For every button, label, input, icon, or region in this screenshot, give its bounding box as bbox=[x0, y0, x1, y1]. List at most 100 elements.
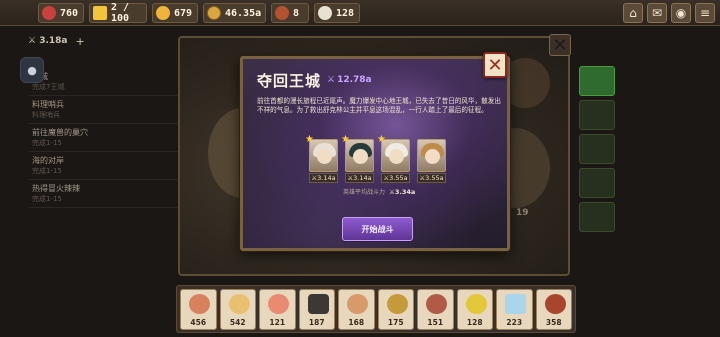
dumpling-icon bbox=[347, 294, 368, 314]
hero-card[interactable]: ⚔ 3.55a bbox=[417, 139, 446, 183]
muscle-counter[interactable]: 679 bbox=[152, 3, 198, 23]
modal-description: 前往首都的漫长旅程已近尾声。魔力爆发中心地王城，已失去了昔日的风华，散发出不祥的… bbox=[257, 97, 501, 114]
hero-power-value: 3.14a bbox=[353, 174, 372, 182]
tab-info[interactable] bbox=[579, 66, 615, 96]
quest-sub: 完成1-15 bbox=[32, 195, 62, 203]
ruby-icon bbox=[42, 6, 56, 20]
chef-counter[interactable]: 128 bbox=[314, 3, 360, 23]
hero-face bbox=[389, 149, 404, 164]
hero-lineup: ⚔ 3.14a ★ ⚔ 3.14a ★ ⚔ 3.55a ★ ⚔ 3.55a bbox=[305, 134, 446, 183]
food-slot[interactable]: 168 bbox=[338, 289, 375, 330]
quest-title: 王城 bbox=[32, 71, 178, 82]
berry-icon bbox=[426, 294, 447, 314]
muscle-icon bbox=[156, 6, 170, 20]
quest-header: ⚔ 3.18a + bbox=[28, 34, 178, 48]
sushi-icon bbox=[268, 294, 289, 314]
food-count: 456 bbox=[190, 318, 207, 327]
food-count: 128 bbox=[466, 318, 483, 327]
camera-icon: ◉ bbox=[675, 6, 687, 20]
quest-sub: 完成1-15 bbox=[32, 139, 62, 147]
food-slot[interactable]: 128 bbox=[456, 289, 493, 330]
food-slot[interactable]: 456 bbox=[180, 289, 217, 330]
meat-counter[interactable]: 8 bbox=[271, 3, 309, 23]
tab-item[interactable] bbox=[579, 168, 615, 198]
hero-power-value: 3.55a bbox=[389, 174, 408, 182]
home-button[interactable]: ⌂ bbox=[623, 3, 643, 23]
avatar[interactable]: ● bbox=[20, 57, 44, 83]
quest-item[interactable]: 海的对岸 完成1-15 bbox=[28, 152, 178, 180]
quest-title: 料理哨兵 bbox=[32, 100, 64, 109]
hero-power: ⚔ 3.14a bbox=[345, 173, 374, 183]
hero-card[interactable]: ⚔ 3.14a ★ bbox=[341, 134, 374, 183]
tab-item[interactable] bbox=[579, 134, 615, 164]
hero-power: ⚔ 3.55a bbox=[417, 173, 446, 183]
recommended-power-value: 12.78a bbox=[337, 75, 372, 85]
food-slot[interactable]: 223 bbox=[496, 289, 533, 330]
mail-button[interactable]: ✉ bbox=[647, 3, 667, 23]
food-count: 223 bbox=[506, 318, 523, 327]
map-stage-number: 19 bbox=[516, 208, 529, 218]
hero-power-value: 3.14a bbox=[317, 174, 336, 182]
hero-face bbox=[317, 149, 332, 164]
tab-item[interactable] bbox=[579, 202, 615, 232]
coin-counter[interactable]: 46.35a bbox=[203, 3, 266, 23]
quest-item[interactable]: 热得冒火辣辣 完成1-15 bbox=[28, 180, 178, 208]
hero-power-value: 3.55a bbox=[425, 174, 444, 182]
star-icon: ★ bbox=[377, 134, 386, 145]
menu-icon: ≡ bbox=[699, 6, 711, 20]
quest-sub: 料理哨兵 bbox=[32, 111, 60, 119]
ice-icon bbox=[505, 294, 526, 314]
quest-sub: 完成1-15 bbox=[32, 167, 62, 175]
food-count: 168 bbox=[348, 318, 365, 327]
food-slot[interactable]: 358 bbox=[535, 289, 572, 330]
food-slot[interactable]: 187 bbox=[298, 289, 335, 330]
map-close-button[interactable]: ✕ bbox=[549, 34, 571, 56]
robot-icon: ● bbox=[27, 63, 37, 77]
food-slot[interactable]: 151 bbox=[417, 289, 454, 330]
star-icon: ★ bbox=[305, 134, 314, 145]
camera-button[interactable]: ◉ bbox=[671, 3, 691, 23]
hero-card[interactable]: ⚔ 3.14a ★ bbox=[305, 134, 338, 183]
average-power-row: 英雄平均战斗力 ⚔3.34a bbox=[343, 187, 416, 197]
star-icon: ★ bbox=[341, 134, 350, 145]
energy-icon bbox=[93, 6, 107, 20]
average-power-value: ⚔3.34a bbox=[389, 187, 416, 196]
quest-item[interactable]: 料理哨兵 料理哨兵 bbox=[28, 96, 178, 124]
muscle-value: 679 bbox=[174, 7, 193, 19]
chef-hat-icon bbox=[318, 6, 332, 20]
food-slot[interactable]: 175 bbox=[377, 289, 414, 330]
jar-icon bbox=[307, 294, 329, 314]
modal-close-button[interactable]: ✕ bbox=[483, 52, 507, 78]
quest-item[interactable]: 前往魔兽的巢穴 完成1-15 bbox=[28, 124, 178, 152]
quest-panel: ⚔ 3.18a + 王城 完成7王城 料理哨兵 料理哨兵 前往魔兽的巢穴 完成1… bbox=[28, 34, 178, 208]
food-inventory-bar: 456 542 121 187 168 175 151 128 223 358 bbox=[176, 285, 576, 333]
meat-value: 8 bbox=[293, 7, 300, 19]
lemon-icon bbox=[465, 294, 487, 314]
food-slot[interactable]: 542 bbox=[219, 289, 256, 330]
close-icon: ✕ bbox=[487, 54, 503, 76]
stage-modal: 夺回王城 ⚔ 12.78a 前往首都的漫长旅程已近尾声。魔力爆发中心地王城，已失… bbox=[240, 56, 510, 251]
quest-item[interactable]: 王城 完成7王城 bbox=[28, 68, 178, 96]
food-count: 121 bbox=[269, 318, 286, 327]
add-icon[interactable]: + bbox=[75, 35, 84, 48]
meat-icon bbox=[275, 6, 289, 20]
food-count: 187 bbox=[308, 318, 325, 327]
food-count: 542 bbox=[229, 318, 246, 327]
hero-card[interactable]: ⚔ 3.55a ★ bbox=[377, 134, 410, 183]
chef-value: 128 bbox=[336, 7, 355, 19]
hero-portrait bbox=[417, 139, 446, 172]
start-battle-button[interactable]: 开始战斗 bbox=[342, 217, 413, 241]
hero-face bbox=[425, 149, 440, 164]
hero-power: ⚔ 3.55a bbox=[381, 173, 410, 183]
energy-counter[interactable]: 2 / 100 bbox=[89, 2, 147, 24]
right-tabs bbox=[579, 66, 615, 236]
menu-button[interactable]: ≡ bbox=[695, 3, 715, 23]
tab-item[interactable] bbox=[579, 100, 615, 130]
quest-power: ⚔ 3.18a bbox=[28, 36, 68, 46]
ruby-counter[interactable]: 760 bbox=[38, 3, 84, 23]
food-count: 175 bbox=[387, 318, 404, 327]
food-slot[interactable]: 121 bbox=[259, 289, 296, 330]
food-count: 358 bbox=[545, 318, 562, 327]
quest-title: 前往魔兽的巢穴 bbox=[32, 128, 88, 137]
modal-title: 夺回王城 bbox=[257, 72, 322, 90]
